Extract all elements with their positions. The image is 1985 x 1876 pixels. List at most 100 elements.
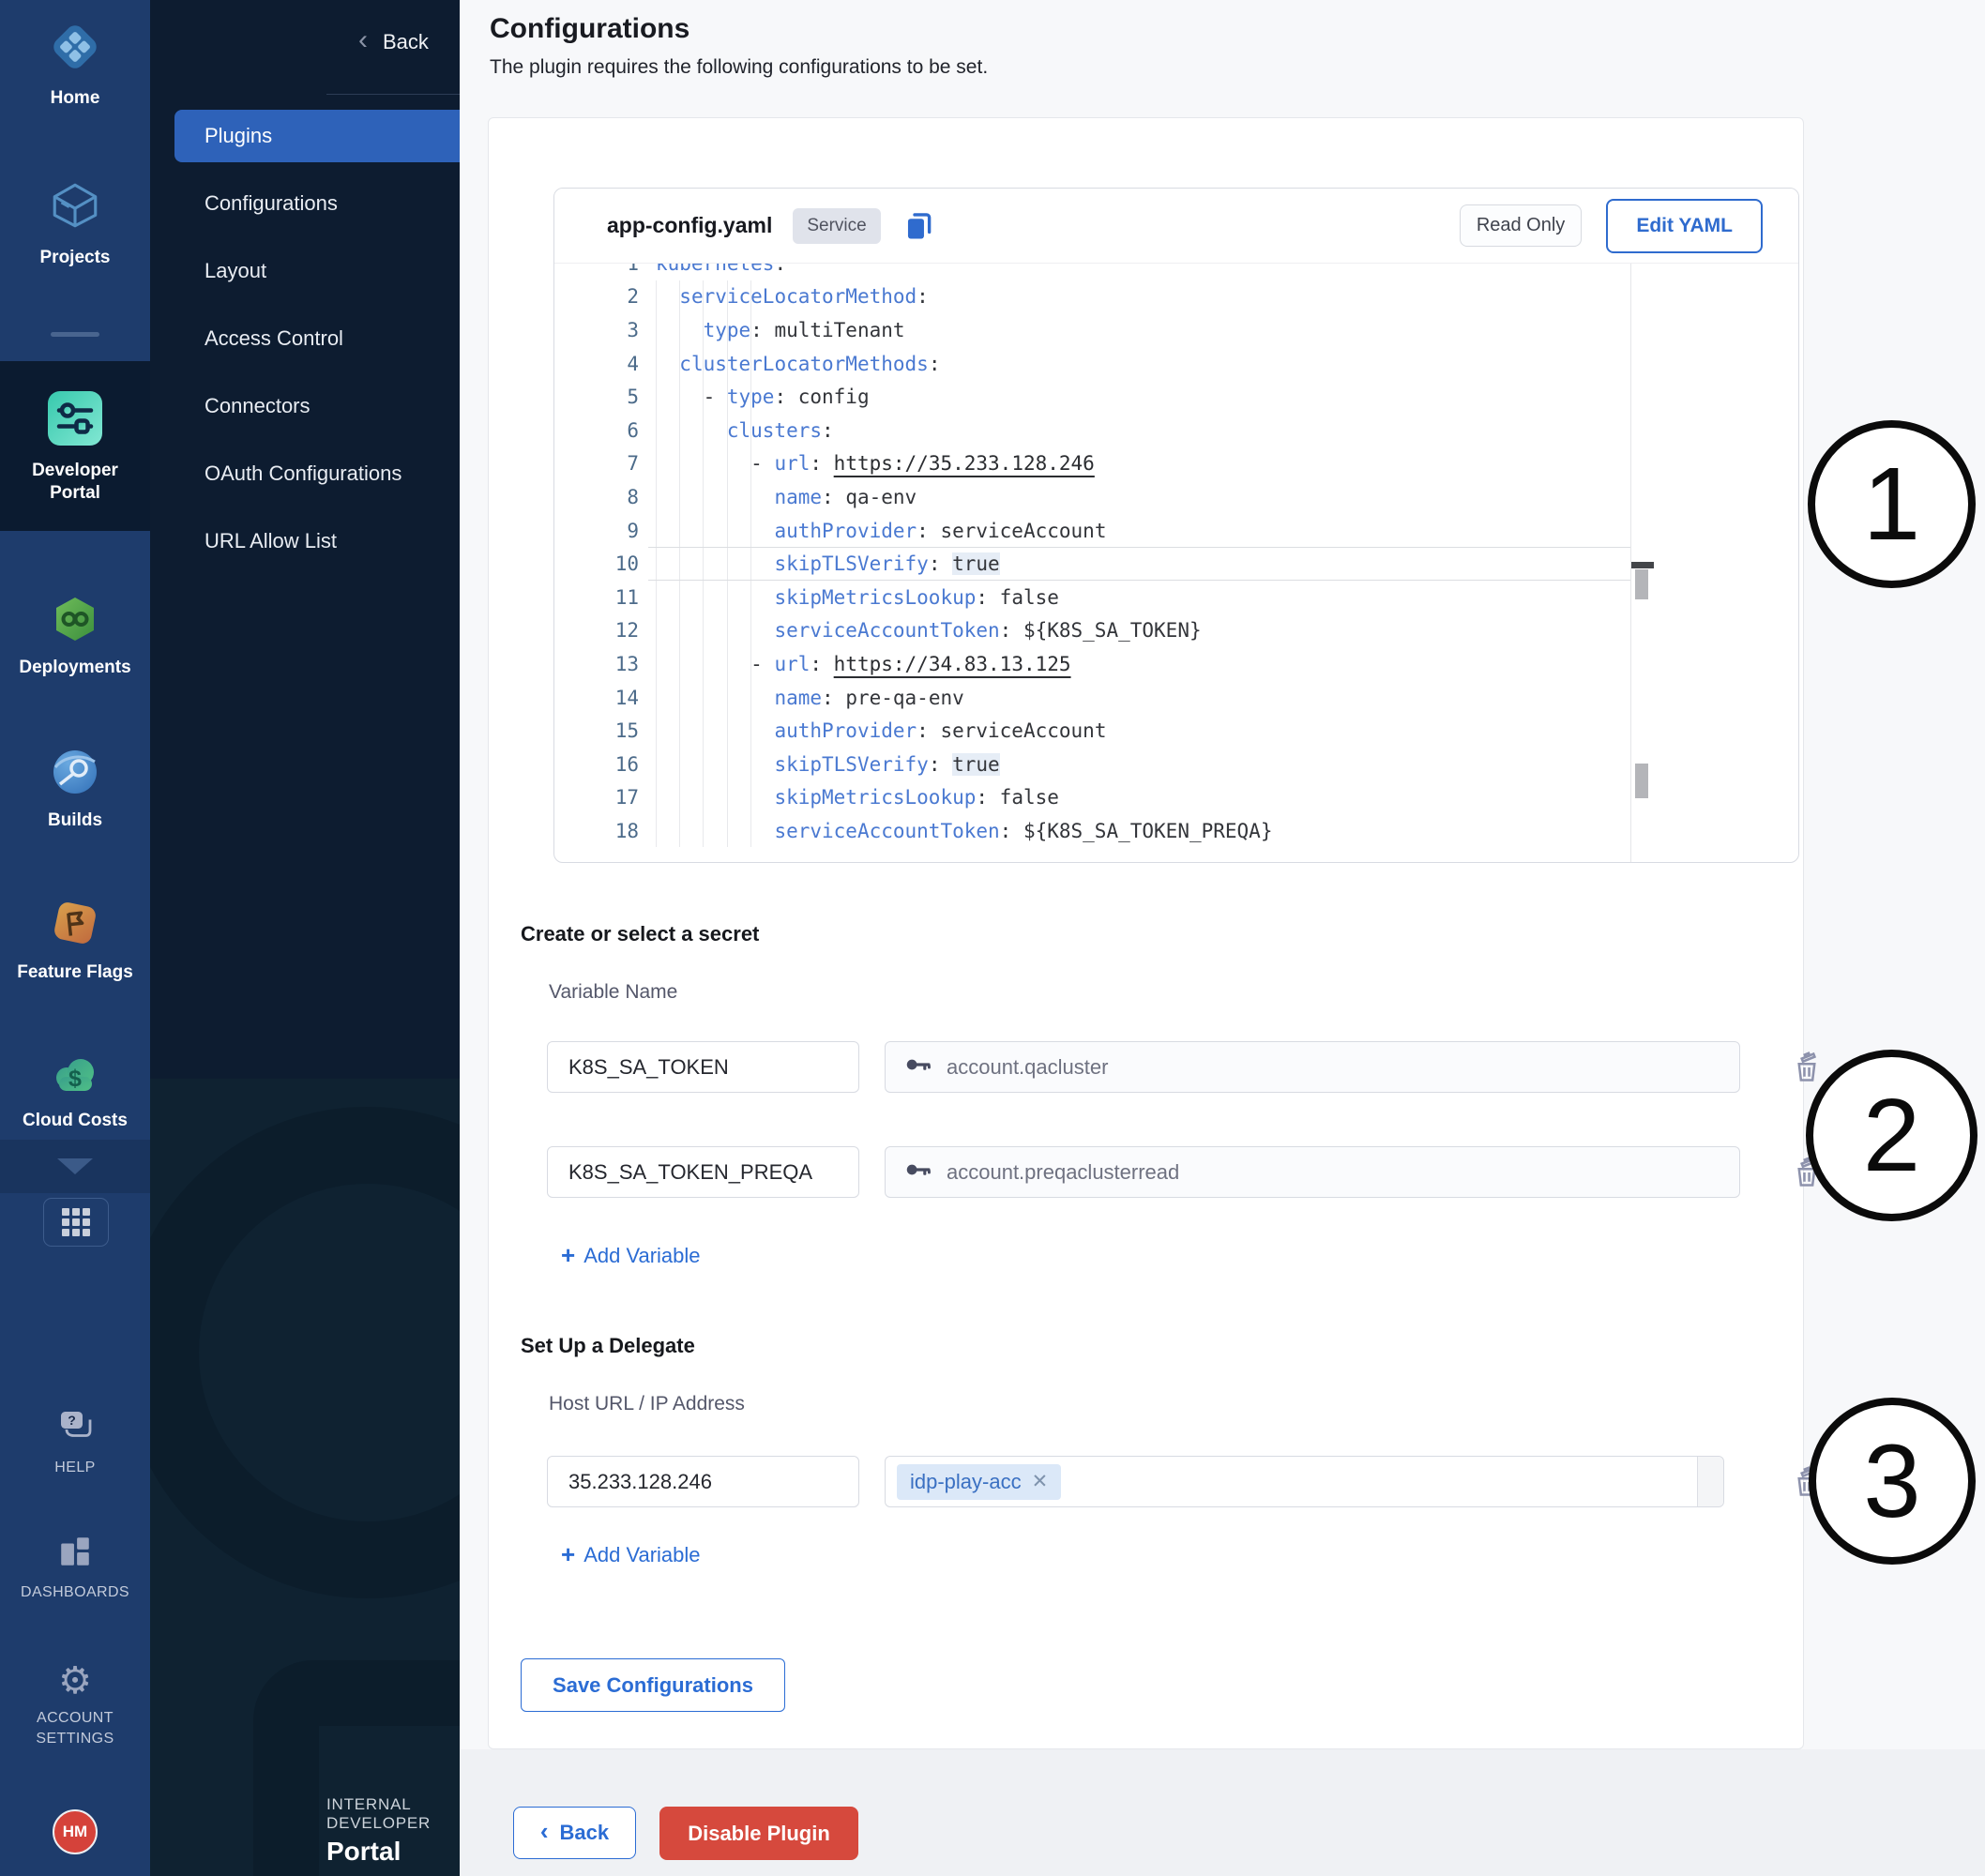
yaml-editor-card: app-config.yaml Service Read Only Edit Y… xyxy=(553,188,1799,863)
variable-name-input[interactable] xyxy=(547,1146,859,1198)
delete-row-icon[interactable] xyxy=(1790,1051,1824,1084)
code-line: 14 name: pre-qa-env xyxy=(554,681,1799,715)
sidebar-item-help[interactable]: ? HELP xyxy=(0,1407,150,1478)
sidebar-item-oauth-configurations[interactable]: OAuth Configurations xyxy=(150,440,460,507)
sidebar-item-label: Deployments xyxy=(11,657,138,679)
module-picker-button[interactable] xyxy=(43,1198,109,1247)
sidebar-item-label: HELP xyxy=(49,1458,100,1478)
add-variable-link-delegate[interactable]: + Add Variable xyxy=(561,1543,701,1567)
page-title: Configurations xyxy=(490,13,689,45)
developer-portal-icon xyxy=(48,391,102,450)
projects-icon xyxy=(48,178,102,237)
secret-section-heading: Create or select a secret xyxy=(521,922,759,946)
watermark-ring xyxy=(150,1107,460,1598)
yaml-editor[interactable]: 1kubernetes:2 serviceLocatorMethod:3 typ… xyxy=(554,264,1799,863)
handle-bar xyxy=(51,332,99,337)
code-line: 15 authProvider: serviceAccount xyxy=(554,714,1799,748)
delegate-row: idp-play-acc ✕ xyxy=(547,1456,1824,1507)
avatar[interactable]: HM xyxy=(53,1809,98,1854)
deployments-icon xyxy=(52,596,98,647)
secret-selector[interactable]: account.qacluster xyxy=(885,1041,1740,1093)
delegate-tag-chip: idp-play-acc ✕ xyxy=(897,1464,1061,1500)
home-icon xyxy=(49,21,101,78)
host-url-input[interactable] xyxy=(547,1456,859,1507)
code-line: 16 skipTLSVerify: true xyxy=(554,748,1799,781)
divider xyxy=(326,94,460,95)
sidebar-item-access-control[interactable]: Access Control xyxy=(150,305,460,372)
copy-icon[interactable] xyxy=(903,210,935,242)
sidebar-item-account-settings[interactable]: ⚙ ACCOUNT SETTINGS xyxy=(0,1662,150,1749)
delegate-tags-input[interactable]: idp-play-acc ✕ xyxy=(885,1456,1724,1507)
annotation-circle-2: 2 xyxy=(1806,1050,1977,1221)
code-line: 9 authProvider: serviceAccount xyxy=(554,514,1799,548)
secret-selector[interactable]: account.preqaclusterread xyxy=(885,1146,1740,1198)
chevron-left-icon: ‹ xyxy=(358,26,368,54)
chevron-down-icon xyxy=(57,1158,93,1174)
variable-name-label: Variable Name xyxy=(549,981,677,1004)
save-configurations-button[interactable]: Save Configurations xyxy=(521,1658,785,1712)
sidebar-item-layout[interactable]: Layout xyxy=(150,237,460,305)
svg-text:$: $ xyxy=(68,1066,82,1092)
page: Home Projects Developer Portal Deploymen xyxy=(0,0,1985,1876)
code-line: 12 serviceAccountToken: ${K8S_SA_TOKEN} xyxy=(554,614,1799,648)
left-nav-rail: Home Projects Developer Portal Deploymen xyxy=(0,0,150,1876)
sidebar-item-cloud-costs[interactable]: $ Cloud Costs xyxy=(0,1052,150,1132)
dashboards-icon xyxy=(57,1534,93,1574)
collapse-modules-button[interactable] xyxy=(0,1140,150,1193)
code-line: 3 type: multiTenant xyxy=(554,313,1799,347)
code-line: 18 serviceAccountToken: ${K8S_SA_TOKEN_P… xyxy=(554,814,1799,848)
plus-icon: + xyxy=(561,1542,575,1566)
sidebar-item-dashboards[interactable]: DASHBOARDS xyxy=(0,1534,150,1603)
back-button[interactable]: ‹ Back xyxy=(513,1807,636,1859)
sidebar-item-label: ACCOUNT SETTINGS xyxy=(13,1708,137,1749)
page-subtitle: The plugin requires the following config… xyxy=(490,56,988,79)
brand-eyebrow: INTERNAL DEVELOPER xyxy=(326,1795,460,1833)
sidebar-item-deployments[interactable]: Deployments xyxy=(0,596,150,679)
sidebar-item-builds[interactable]: Builds xyxy=(0,749,150,832)
brand: INTERNAL DEVELOPER Portal xyxy=(326,1795,460,1867)
code-line: 7 - url: https://35.233.128.246 xyxy=(554,447,1799,481)
code-line: 2 serviceLocatorMethod: xyxy=(554,280,1799,314)
nav-resize-handle[interactable] xyxy=(0,310,150,361)
sidebar-item-label: Home xyxy=(43,87,108,110)
back-nav-button[interactable]: ‹ Back xyxy=(358,28,429,56)
remove-tag-icon[interactable]: ✕ xyxy=(1032,1470,1049,1493)
sidebar-item-connectors[interactable]: Connectors xyxy=(150,372,460,440)
sidebar-item-label: Projects xyxy=(33,247,118,269)
add-variable-link-secret[interactable]: + Add Variable xyxy=(561,1244,701,1268)
sidebar-item-developer-portal[interactable]: Developer Portal xyxy=(0,391,150,505)
svg-text:?: ? xyxy=(68,1413,76,1428)
gear-icon: ⚙ xyxy=(58,1662,92,1700)
sidebar-item-plugins[interactable]: Plugins xyxy=(174,110,460,162)
sidebar-item-url-allow-list[interactable]: URL Allow List xyxy=(150,507,460,575)
sidebar-item-configurations[interactable]: Configurations xyxy=(150,170,460,237)
sidebar-item-feature-flags[interactable]: Feature Flags xyxy=(0,899,150,984)
scrollbar-thumb[interactable] xyxy=(1635,569,1648,599)
code-line: 8 name: qa-env xyxy=(554,480,1799,514)
key-icon xyxy=(904,1156,932,1189)
grid-icon xyxy=(62,1208,90,1236)
code-line: 6 clusters: xyxy=(554,414,1799,447)
sidebar-item-projects[interactable]: Projects xyxy=(0,178,150,269)
code-line: 4 clusterLocatorMethods: xyxy=(554,347,1799,381)
tag-field-handle[interactable] xyxy=(1697,1457,1723,1506)
secret-variable-row: account.preqaclusterread xyxy=(547,1146,1824,1198)
secret-rows: account.qacluster account.preqaclusterrea… xyxy=(547,1041,1824,1251)
sidebar-item-label: Builds xyxy=(40,809,110,832)
read-only-badge: Read Only xyxy=(1460,204,1583,247)
edit-yaml-button[interactable]: Edit YAML xyxy=(1606,199,1763,253)
plugin-side-nav: ‹ Back Plugins ConfigurationsLayoutAccess… xyxy=(150,0,460,1876)
scrollbar-cursor-marker xyxy=(1631,562,1654,568)
variable-name-input[interactable] xyxy=(547,1041,859,1093)
sidebar-item-home[interactable]: Home xyxy=(0,21,150,110)
active-module-section: Developer Portal xyxy=(0,361,150,531)
code-line: 11 skipMetricsLookup: false xyxy=(554,581,1799,614)
secret-variable-row: account.qacluster xyxy=(547,1041,1824,1093)
disable-plugin-button[interactable]: Disable Plugin xyxy=(659,1807,858,1860)
scrollbar-thumb[interactable] xyxy=(1635,764,1648,798)
sidebar-item-label: Cloud Costs xyxy=(15,1110,135,1132)
code-line: 5 - type: config xyxy=(554,380,1799,414)
host-url-label: Host URL / IP Address xyxy=(549,1393,745,1415)
plus-icon: + xyxy=(561,1243,575,1267)
code-line: 13 - url: https://34.83.13.125 xyxy=(554,647,1799,681)
